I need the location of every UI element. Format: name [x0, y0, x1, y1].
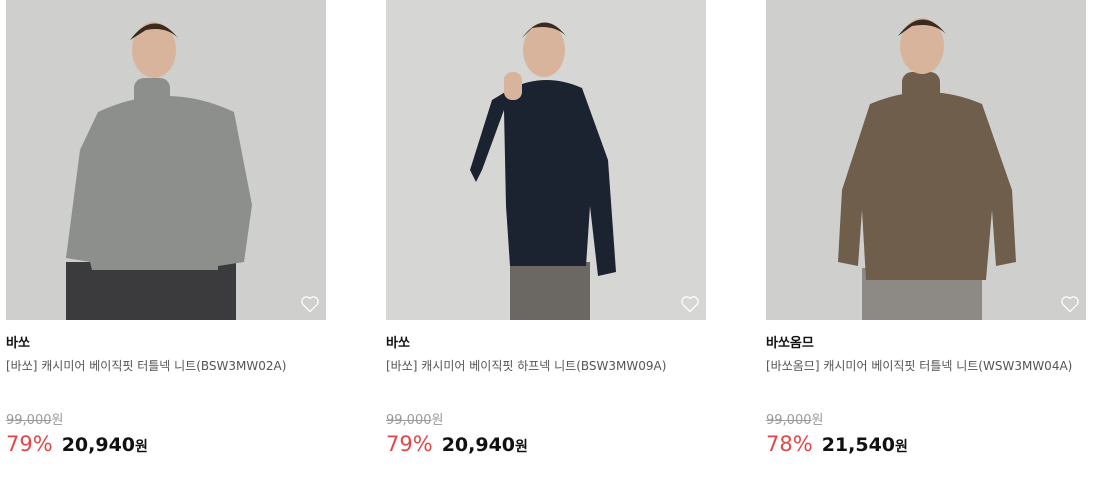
product-photo: [766, 0, 1086, 320]
product-grid: 바쏘 [바쏘] 캐시미어 베이직핏 터틀넥 니트(BSW3MW02A) 99,0…: [0, 0, 1093, 477]
original-price: 99,000원: [6, 409, 63, 428]
sale-price-unit: 원: [515, 439, 528, 455]
brand-name[interactable]: 바쏘옴므: [766, 332, 814, 351]
product-card[interactable]: 바쏘 [바쏘] 캐시미어 베이직핏 하프넥 니트(BSW3MW09A) 99,0…: [386, 0, 706, 477]
heart-outline-icon[interactable]: [1060, 294, 1080, 314]
product-name[interactable]: [바쏘] 캐시미어 베이직핏 터틀넥 니트(BSW3MW02A): [6, 356, 324, 376]
product-image[interactable]: [386, 0, 706, 320]
sale-price-row: 78% 21,540원: [766, 432, 908, 456]
discount-rate: 79%: [6, 432, 53, 456]
product-card[interactable]: 바쏘옴므 [바쏘옴므] 캐시미어 베이직핏 터틀넥 니트(WSW3MW04A) …: [766, 0, 1086, 477]
product-name[interactable]: [바쏘] 캐시미어 베이직핏 하프넥 니트(BSW3MW09A): [386, 356, 704, 376]
product-photo: [386, 0, 706, 320]
original-price: 99,000원: [386, 409, 443, 428]
original-price-unit: 원: [811, 413, 824, 428]
sale-price-unit: 원: [135, 439, 148, 455]
sale-price-row: 79% 20,940원: [386, 432, 528, 456]
product-image[interactable]: [766, 0, 1086, 320]
product-name[interactable]: [바쏘옴므] 캐시미어 베이직핏 터틀넥 니트(WSW3MW04A): [766, 356, 1084, 376]
original-price-unit: 원: [431, 413, 444, 428]
heart-outline-icon[interactable]: [680, 294, 700, 314]
original-price-value: 99,000: [386, 413, 432, 428]
original-price-value: 99,000: [766, 413, 812, 428]
brand-name[interactable]: 바쏘: [6, 332, 30, 351]
original-price-value: 99,000: [6, 413, 52, 428]
sale-price-unit: 원: [895, 439, 908, 455]
discount-rate: 79%: [386, 432, 433, 456]
brand-name[interactable]: 바쏘: [386, 332, 410, 351]
sale-price: 20,940: [441, 434, 516, 456]
product-card[interactable]: 바쏘 [바쏘] 캐시미어 베이직핏 터틀넥 니트(BSW3MW02A) 99,0…: [6, 0, 326, 477]
sale-price: 21,540: [821, 434, 896, 456]
sale-price-row: 79% 20,940원: [6, 432, 148, 456]
product-image[interactable]: [6, 0, 326, 320]
sale-price: 20,940: [61, 434, 136, 456]
product-photo: [6, 0, 326, 320]
original-price: 99,000원: [766, 409, 823, 428]
discount-rate: 78%: [766, 432, 813, 456]
heart-outline-icon[interactable]: [300, 294, 320, 314]
original-price-unit: 원: [51, 413, 64, 428]
